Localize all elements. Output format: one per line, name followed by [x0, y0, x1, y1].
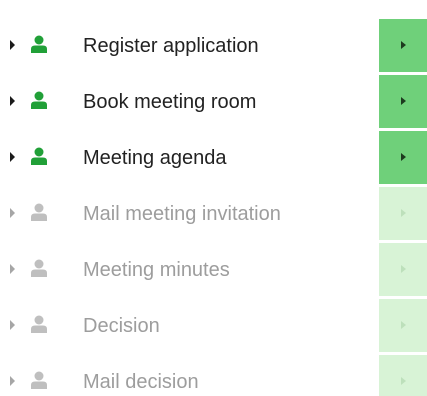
expand-arrow-icon[interactable] [10, 152, 15, 162]
play-icon [401, 265, 406, 273]
expand-arrow-icon[interactable] [10, 376, 15, 386]
play-icon [401, 209, 406, 217]
step-label: Meeting agenda [83, 147, 227, 169]
run-step-button[interactable] [379, 131, 427, 184]
step-label: Mail decision [83, 371, 199, 393]
play-icon [401, 377, 406, 385]
person-icon [31, 91, 47, 109]
play-icon [401, 97, 406, 105]
run-step-button[interactable] [379, 187, 427, 240]
step-row[interactable]: Decision [0, 299, 427, 355]
run-step-button[interactable] [379, 75, 427, 128]
person-icon [31, 147, 47, 165]
play-icon [401, 41, 406, 49]
step-row[interactable]: Mail decision [0, 355, 427, 396]
expand-arrow-icon[interactable] [10, 40, 15, 50]
workflow-step-list: Register application Book meeting room M… [0, 0, 427, 396]
step-row[interactable]: Book meeting room [0, 75, 427, 131]
expand-arrow-icon[interactable] [10, 96, 15, 106]
run-step-button[interactable] [379, 355, 427, 396]
step-label: Book meeting room [83, 91, 257, 113]
play-icon [401, 153, 406, 161]
step-label: Mail meeting invitation [83, 203, 281, 225]
step-row[interactable]: Mail meeting invitation [0, 187, 427, 243]
play-icon [401, 321, 406, 329]
expand-arrow-icon[interactable] [10, 264, 15, 274]
person-icon [31, 203, 47, 221]
step-label: Register application [83, 35, 259, 57]
run-step-button[interactable] [379, 19, 427, 72]
step-row[interactable]: Meeting agenda [0, 131, 427, 187]
person-icon [31, 259, 47, 277]
person-icon [31, 371, 47, 389]
person-icon [31, 35, 47, 53]
step-label: Decision [83, 315, 160, 337]
expand-arrow-icon[interactable] [10, 208, 15, 218]
person-icon [31, 315, 47, 333]
step-label: Meeting minutes [83, 259, 230, 281]
run-step-button[interactable] [379, 243, 427, 296]
step-row[interactable]: Meeting minutes [0, 243, 427, 299]
run-step-button[interactable] [379, 299, 427, 352]
expand-arrow-icon[interactable] [10, 320, 15, 330]
step-row[interactable]: Register application [0, 19, 427, 75]
